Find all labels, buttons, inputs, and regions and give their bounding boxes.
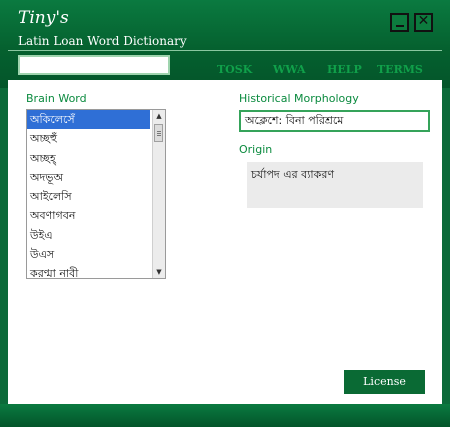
- list-item[interactable]: অচ্ছহুঁ: [27, 129, 150, 148]
- footer-bar: [0, 404, 450, 427]
- list-scrollbar[interactable]: ▲ ▼: [152, 110, 165, 278]
- morphology-field[interactable]: অক্লেশে: বিনা পরিশ্রমে: [239, 110, 430, 132]
- license-button[interactable]: License: [344, 370, 425, 394]
- list-item[interactable]: অদভূঅ: [27, 168, 150, 187]
- app-window: Tiny's Latin Loan Word Dictionary ✕ TOSK…: [0, 0, 450, 427]
- close-button[interactable]: ✕: [414, 13, 433, 32]
- brain-word-list[interactable]: অকিলেসেঁ অচ্ছহুঁ অচ্ছহ্ অদভূঅ আইলেসি অবণ…: [26, 109, 166, 279]
- morphology-label: Historical Morphology: [239, 92, 359, 105]
- minimize-icon: [396, 25, 404, 27]
- origin-text: চর্যাপদ এর ব্যাকরণ: [247, 162, 423, 208]
- app-subtitle: Latin Loan Word Dictionary: [18, 34, 187, 48]
- list-item[interactable]: অবণাগবন: [27, 206, 150, 225]
- search-input[interactable]: [18, 55, 170, 75]
- nav-tosk[interactable]: TOSK: [217, 63, 252, 76]
- main-panel: Brain Word অকিলেসেঁ অচ্ছহুঁ অচ্ছহ্ অদভূঅ…: [8, 80, 442, 404]
- list-item[interactable]: আইলেসি: [27, 187, 150, 206]
- list-item[interactable]: উইএ: [27, 226, 150, 245]
- nav-terms[interactable]: TERMS: [377, 63, 423, 76]
- minimize-button[interactable]: [390, 13, 409, 32]
- origin-label: Origin: [239, 143, 273, 156]
- header-divider: [8, 50, 442, 51]
- nav-wwa[interactable]: WWA: [273, 63, 306, 76]
- brain-word-label: Brain Word: [26, 92, 87, 105]
- title-bar: Tiny's Latin Loan Word Dictionary ✕ TOSK…: [0, 0, 450, 88]
- list-item[interactable]: অচ্ছহ্: [27, 149, 150, 168]
- scroll-down-icon[interactable]: ▼: [153, 266, 165, 278]
- scroll-up-icon[interactable]: ▲: [153, 110, 165, 122]
- list-item[interactable]: উএস: [27, 245, 150, 264]
- app-title: Tiny's: [18, 8, 69, 28]
- nav-help[interactable]: HELP: [327, 63, 362, 76]
- scroll-thumb[interactable]: [154, 124, 163, 142]
- list-item[interactable]: অকিলেসেঁ: [27, 110, 150, 130]
- list-item[interactable]: করণ্মা নাবী: [27, 264, 150, 278]
- close-icon: ✕: [417, 13, 430, 29]
